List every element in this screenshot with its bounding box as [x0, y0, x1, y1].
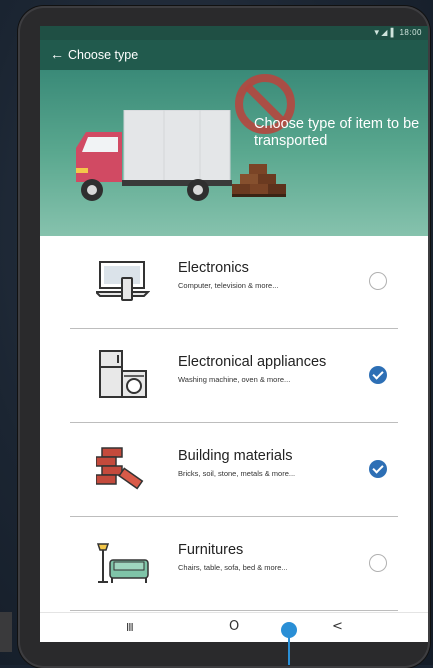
sofa-lamp-icon — [96, 543, 149, 583]
app-bar: ← Choose type — [40, 40, 428, 70]
item-electronical-appliances[interactable]: Electronical appliances Washing machine,… — [70, 330, 398, 422]
item-title: Electronics — [178, 260, 249, 276]
divider — [70, 328, 398, 329]
divider — [70, 422, 398, 423]
item-title: Furnitures — [178, 542, 244, 558]
stylus-icon — [0, 612, 12, 652]
radio-unselected[interactable] — [369, 272, 387, 290]
item-subtitle: Washing machine, oven & more... — [178, 375, 291, 384]
item-subtitle: Chairs, table, sofa, bed & more... — [178, 563, 288, 572]
item-subtitle: Bricks, soil, stone, metals & more... — [178, 469, 296, 478]
bricks-pile-illustration — [232, 164, 286, 197]
item-electronics[interactable]: Electronics Computer, television & more.… — [70, 236, 398, 328]
status-bar: ▼◢ ▌ 18:00 — [40, 26, 428, 40]
checkmark-selected-icon[interactable] — [369, 460, 387, 478]
app-screen: ▼◢ ▌ 18:00 ← Choose type Choose type of … — [40, 26, 428, 642]
item-building-materials[interactable]: Building materials Bricks, soil, stone, … — [70, 424, 398, 516]
page-title: Choose type — [68, 48, 139, 62]
divider — [70, 516, 398, 517]
item-subtitle: Computer, television & more... — [178, 281, 279, 290]
fridge-washer-icon — [99, 350, 147, 398]
item-title: Electronical appliances — [178, 354, 327, 370]
divider — [70, 610, 398, 611]
recents-button[interactable]: III — [126, 621, 134, 634]
home-button[interactable]: O — [229, 619, 239, 634]
truck-illustration — [76, 110, 232, 201]
system-nav-bar: III O < — [40, 612, 428, 642]
checkmark-selected-icon[interactable] — [369, 366, 387, 384]
hero-text: Choose type of item to be transported — [254, 116, 420, 149]
status-indicators: ▼◢ ▌ 18:00 — [372, 28, 422, 37]
back-arrow-icon[interactable]: ← — [50, 46, 64, 62]
item-title: Building materials — [178, 448, 293, 464]
nav-back-button[interactable]: < — [332, 619, 343, 634]
bricks-icon — [96, 447, 144, 490]
hero-banner: Choose type of item to be transported — [40, 70, 428, 236]
radio-unselected[interactable] — [369, 554, 387, 572]
touch-indicator-line — [288, 636, 290, 665]
laptop-icon — [96, 261, 150, 301]
item-furnitures[interactable]: Furnitures Chairs, table, sofa, bed & mo… — [70, 518, 398, 610]
